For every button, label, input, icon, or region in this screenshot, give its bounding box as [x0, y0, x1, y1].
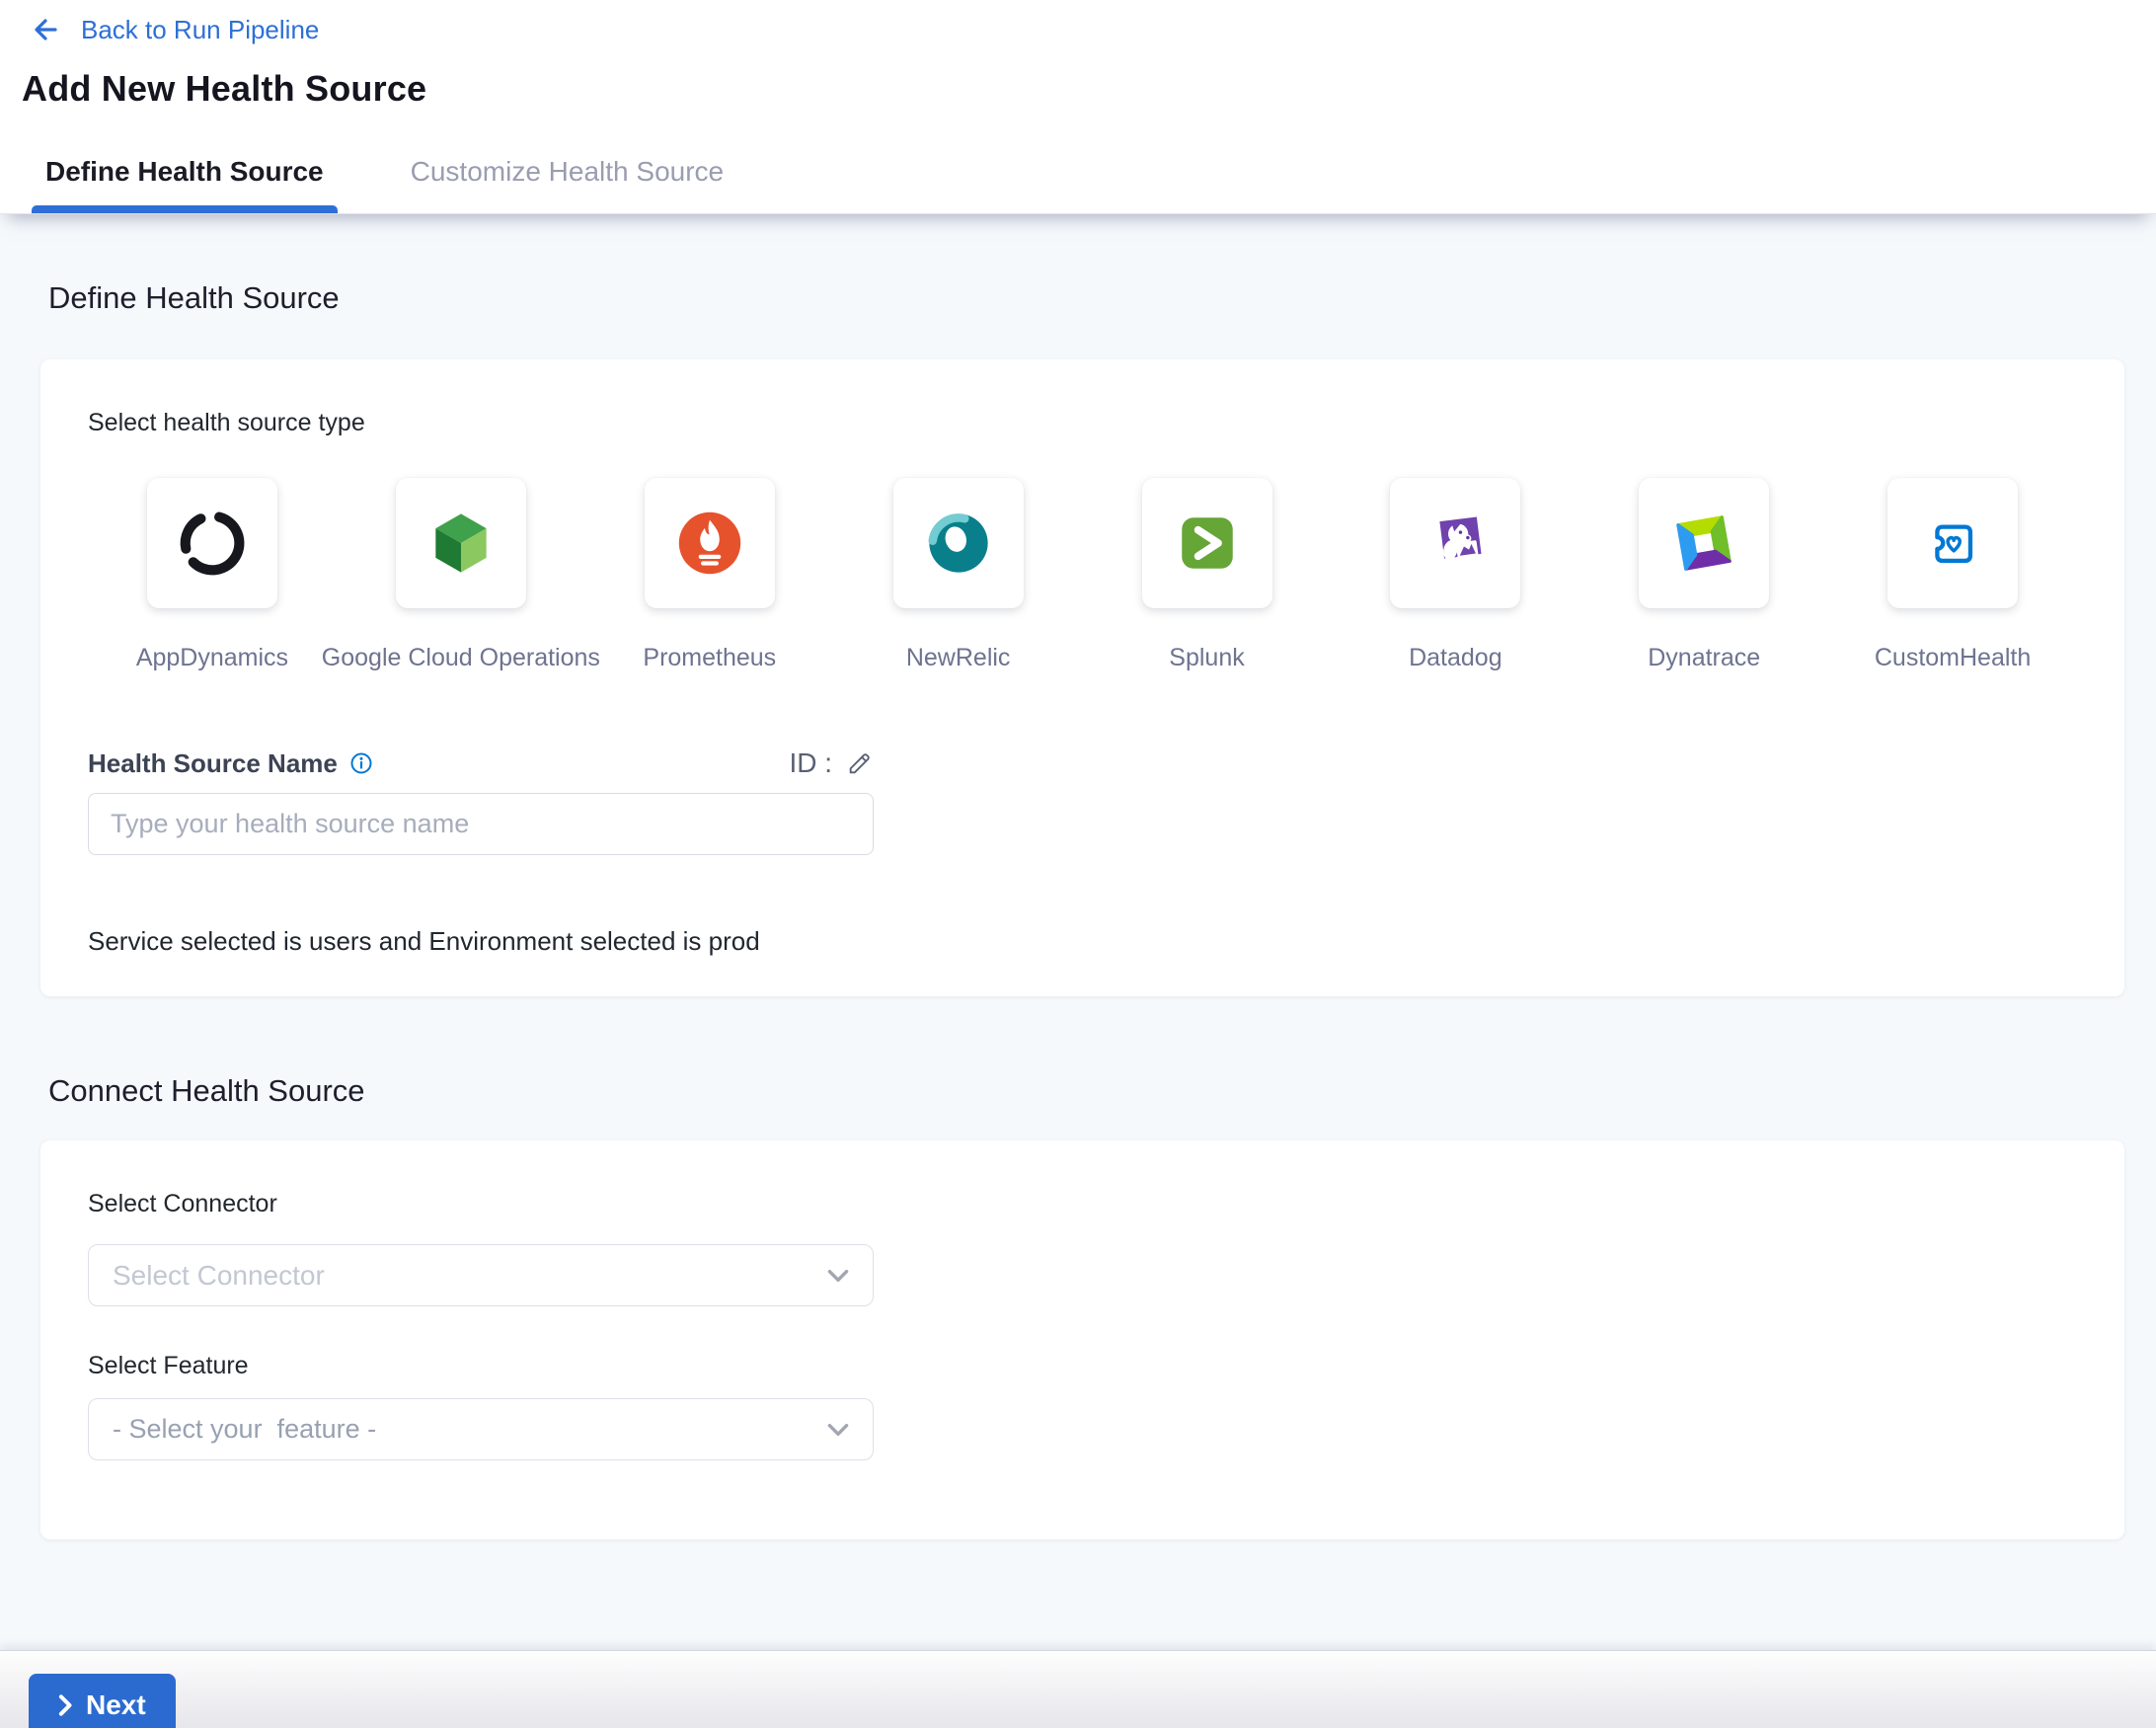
- connect-section-heading: Connect Health Source: [48, 1073, 2124, 1109]
- health-source-option-dynatrace[interactable]: Dynatrace: [1579, 478, 1828, 672]
- customhealth-icon: [1914, 505, 1991, 582]
- health-source-option-google-cloud-operations[interactable]: Google Cloud Operations: [337, 478, 585, 672]
- feature-select[interactable]: - Select your feature -: [88, 1398, 874, 1460]
- datadog-icon: [1417, 505, 1494, 582]
- health-source-option-customhealth[interactable]: CustomHealth: [1828, 478, 2077, 672]
- next-button[interactable]: Next: [29, 1674, 176, 1728]
- feature-select-placeholder: - Select your feature -: [113, 1414, 376, 1445]
- tab-bar: Define Health Source Customize Health So…: [32, 156, 737, 213]
- health-source-option-datadog[interactable]: Datadog: [1331, 478, 1579, 672]
- health-source-option-label: AppDynamics: [136, 644, 288, 672]
- add-health-source-page: Back to Run Pipeline Add New Health Sour…: [0, 0, 2156, 1728]
- chevron-right-icon: [58, 1694, 73, 1716]
- newrelic-icon: [920, 505, 997, 582]
- connector-select-placeholder: Select Connector: [113, 1260, 325, 1292]
- back-arrow-icon: [30, 14, 61, 45]
- health-source-option-label: NewRelic: [906, 644, 1011, 672]
- health-source-option-label: CustomHealth: [1875, 644, 2031, 672]
- chevron-down-icon: [827, 1269, 849, 1283]
- select-feature-label: Select Feature: [88, 1352, 2077, 1380]
- page-content: Define Health Source Select health sourc…: [0, 214, 2156, 1650]
- edit-id-control[interactable]: ID :: [789, 747, 874, 779]
- page-header: Back to Run Pipeline Add New Health Sour…: [0, 0, 2156, 214]
- prometheus-icon: [671, 505, 748, 582]
- health-source-option-label: Google Cloud Operations: [322, 644, 600, 672]
- health-source-option-prometheus[interactable]: Prometheus: [585, 478, 834, 672]
- health-source-option-splunk[interactable]: Splunk: [1083, 478, 1332, 672]
- connect-health-source-card: Select Connector Select Connector Select…: [40, 1140, 2124, 1539]
- health-source-option-label: Prometheus: [643, 644, 776, 672]
- id-label: ID :: [789, 747, 832, 779]
- service-environment-note: Service selected is users and Environmen…: [88, 926, 2077, 957]
- health-source-option-label: Splunk: [1169, 644, 1244, 672]
- tab-define-health-source[interactable]: Define Health Source: [32, 156, 338, 213]
- tab-customize-health-source[interactable]: Customize Health Source: [397, 156, 737, 213]
- back-link-label: Back to Run Pipeline: [81, 15, 319, 45]
- health-source-name-label: Health Source Name: [88, 748, 338, 779]
- dynatrace-icon: [1665, 505, 1742, 582]
- health-source-option-newrelic[interactable]: NewRelic: [834, 478, 1083, 672]
- edit-pencil-icon: [846, 749, 874, 777]
- select-connector-label: Select Connector: [88, 1190, 2077, 1218]
- info-icon[interactable]: [349, 751, 373, 775]
- health-source-option-label: Datadog: [1409, 644, 1502, 672]
- define-section-heading: Define Health Source: [48, 280, 2124, 316]
- chevron-down-icon: [827, 1423, 849, 1437]
- page-title: Add New Health Source: [22, 68, 2156, 110]
- define-health-source-card: Select health source type AppDynamics: [40, 359, 2124, 996]
- health-source-option-appdynamics[interactable]: AppDynamics: [88, 478, 337, 672]
- next-button-label: Next: [86, 1689, 146, 1721]
- back-link[interactable]: Back to Run Pipeline: [30, 14, 319, 45]
- splunk-icon: [1169, 505, 1246, 582]
- google-cloud-operations-icon: [423, 505, 500, 582]
- health-source-option-label: Dynatrace: [1648, 644, 1760, 672]
- footer-bar: Next: [0, 1650, 2156, 1728]
- appdynamics-icon: [174, 505, 251, 582]
- health-source-name-input[interactable]: [88, 793, 874, 855]
- health-source-type-list: AppDynamics Google Cloud Operations: [88, 478, 2077, 672]
- health-source-name-row: Health Source Name ID :: [88, 747, 874, 779]
- select-type-label: Select health source type: [88, 409, 2077, 437]
- connector-select[interactable]: Select Connector: [88, 1244, 874, 1306]
